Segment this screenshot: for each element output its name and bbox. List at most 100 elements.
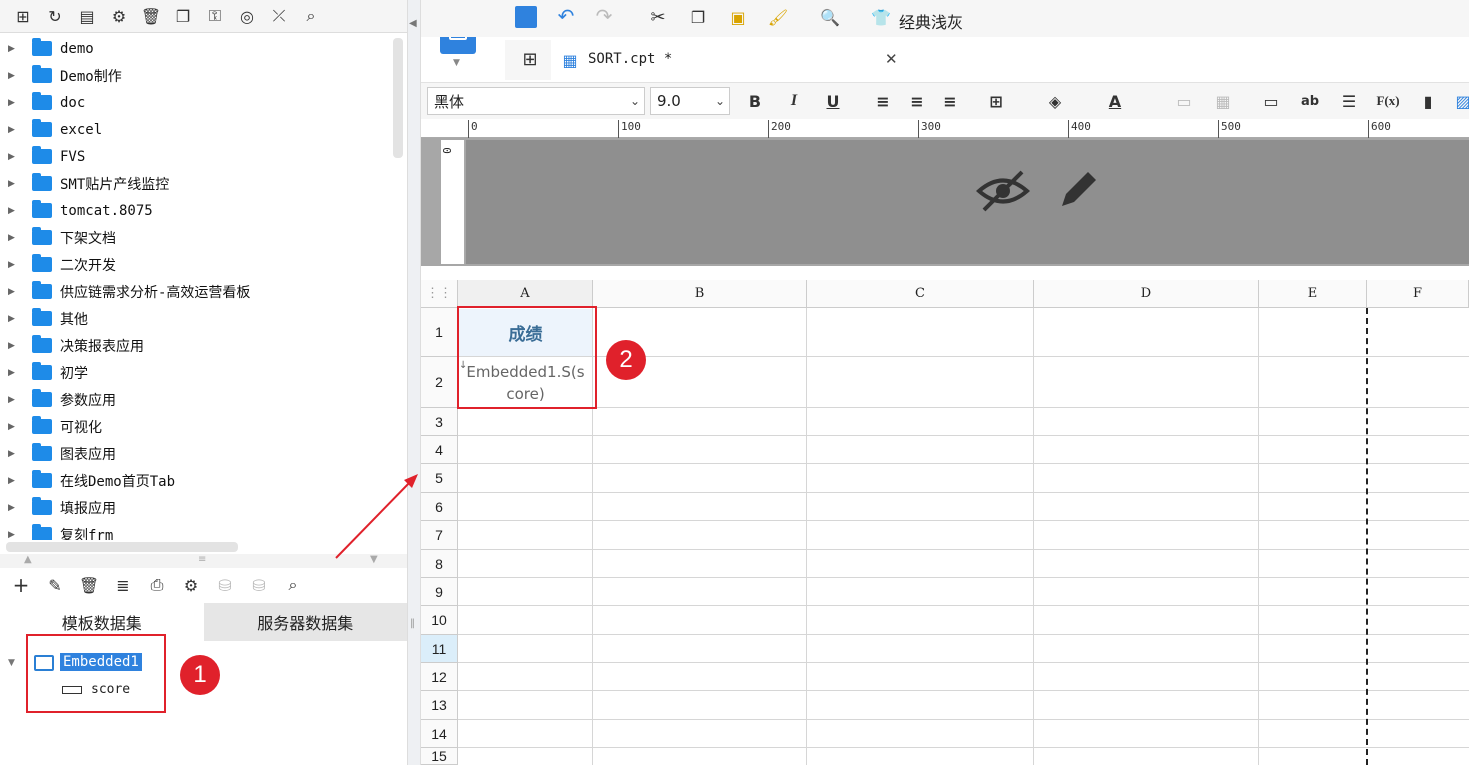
row-header[interactable]: 11 xyxy=(421,635,458,663)
tree-horizontal-scrollbar[interactable] xyxy=(6,542,238,552)
undo-icon[interactable]: ↶ xyxy=(555,4,577,28)
tree-item[interactable]: ▶ 参数应用 xyxy=(0,386,392,413)
row-header[interactable]: 10 xyxy=(421,606,458,635)
theme-icon[interactable]: 👕 xyxy=(870,6,892,28)
italic-icon[interactable]: I xyxy=(782,90,806,112)
tab-sort-cpt[interactable]: ▦ SORT.cpt * ✕ xyxy=(551,40,910,80)
chart-icon[interactable]: ▮ xyxy=(1416,90,1440,112)
hide-eye-icon[interactable] xyxy=(976,168,1030,214)
tree-item[interactable]: ▶ 其他 xyxy=(0,305,392,332)
expand-arrow-icon[interactable]: ▶ xyxy=(8,44,18,54)
up-arrow-icon[interactable]: ▲ xyxy=(24,554,32,565)
font-size-select[interactable]: 9.0 ⌄ xyxy=(650,87,730,115)
page-header-canvas[interactable] xyxy=(466,140,1469,264)
font-family-select[interactable]: 黑体 ⌄ xyxy=(427,87,645,115)
align-right-icon[interactable]: ≡ xyxy=(938,90,962,112)
image-icon[interactable]: ▨ xyxy=(1451,90,1469,112)
redo-icon[interactable]: ↷ xyxy=(593,4,615,28)
cut-icon[interactable]: ✂ xyxy=(647,6,669,28)
column-header[interactable]: D xyxy=(1034,280,1259,308)
text-search-icon[interactable]: 🔍 xyxy=(819,6,841,28)
tree-item[interactable]: ▶ Demo制作 xyxy=(0,62,392,89)
new-folder-icon[interactable]: ⊞ xyxy=(12,5,34,27)
tree-item[interactable]: ▶ 可视化 xyxy=(0,413,392,440)
row-header[interactable]: 14 xyxy=(421,720,458,748)
collapse-left-icon[interactable]: ◀ xyxy=(409,18,417,29)
expand-arrow-icon[interactable]: ▶ xyxy=(8,395,18,405)
expand-arrow-icon[interactable]: ▶ xyxy=(8,260,18,270)
row-header[interactable]: 3 xyxy=(421,408,458,436)
expand-arrow-icon[interactable]: ▶ xyxy=(8,98,18,108)
column-header[interactable]: F xyxy=(1367,280,1469,308)
new-sheet-icon[interactable]: ⊞ xyxy=(519,48,541,70)
dataset-settings-icon[interactable]: ⚙ xyxy=(180,574,202,596)
delete-icon[interactable]: 🗑 xyxy=(140,5,162,27)
rich-text-icon[interactable]: ☰ xyxy=(1337,90,1361,112)
open-report-icon[interactable]: ▤ xyxy=(76,5,98,27)
fill-color-icon[interactable]: ◈ xyxy=(1043,90,1067,112)
font-color-icon[interactable]: A xyxy=(1103,90,1127,112)
paste-icon[interactable]: ▣ xyxy=(727,6,749,28)
theme-label[interactable]: 经典浅灰 xyxy=(899,9,963,33)
underline-icon[interactable]: U xyxy=(821,90,845,112)
align-left-icon[interactable]: ≡ xyxy=(871,90,895,112)
row-header[interactable]: 2 xyxy=(421,357,458,408)
expand-arrow-icon[interactable]: ▶ xyxy=(8,287,18,297)
edit-pencil-icon[interactable] xyxy=(1054,166,1102,214)
expand-arrow-icon[interactable]: ▶ xyxy=(8,179,18,189)
settings-icon[interactable]: ⚙ xyxy=(108,5,130,27)
tab-server-dataset[interactable]: 服务器数据集 xyxy=(203,603,407,641)
expand-arrow-icon[interactable]: ▶ xyxy=(8,341,18,351)
row-header[interactable]: 4 xyxy=(421,436,458,464)
expand-arrow-icon[interactable]: ▶ xyxy=(8,368,18,378)
expand-arrow-icon[interactable]: ▶ xyxy=(8,476,18,486)
expand-arrow-icon[interactable]: ▶ xyxy=(8,125,18,135)
bold-icon[interactable]: B xyxy=(743,90,767,112)
row-header[interactable]: 13 xyxy=(421,691,458,720)
tree-item[interactable]: ▶ 决策报表应用 xyxy=(0,332,392,359)
tree-item[interactable]: ▶ 供应链需求分析-高效运营看板 xyxy=(0,278,392,305)
search-icon[interactable]: ⌕ xyxy=(282,574,304,596)
edit-icon[interactable]: ✎ xyxy=(44,574,66,596)
dropdown-arrow-icon[interactable]: ▼ xyxy=(453,58,460,68)
expand-arrow-icon[interactable]: ▶ xyxy=(8,233,18,243)
column-header[interactable]: E xyxy=(1259,280,1367,308)
row-header[interactable]: 1 xyxy=(421,308,458,357)
expand-arrow-icon[interactable]: ▶ xyxy=(8,71,18,81)
expand-arrow-icon[interactable]: ▶ xyxy=(8,503,18,513)
save-icon[interactable] xyxy=(515,6,537,28)
refresh-icon[interactable]: ↻ xyxy=(44,5,66,27)
tree-item[interactable]: ▶ doc xyxy=(0,89,392,116)
column-header[interactable]: B xyxy=(593,280,807,308)
row-header[interactable]: 9 xyxy=(421,578,458,606)
tree-item[interactable]: ▶ 图表应用 xyxy=(0,440,392,467)
locate-icon[interactable]: ◎ xyxy=(236,5,258,27)
row-header[interactable]: 12 xyxy=(421,663,458,691)
border-icon[interactable]: ⊞ xyxy=(984,90,1008,112)
unmerge-cells-icon[interactable]: ▦ xyxy=(1211,90,1235,112)
tree-item[interactable]: ▶ 初学 xyxy=(0,359,392,386)
tree-item[interactable]: ▶ tomcat.8075 xyxy=(0,197,392,224)
merge-cells-icon[interactable]: ▭ xyxy=(1172,90,1196,112)
text-field-icon[interactable]: ▭ xyxy=(1259,90,1283,112)
copy-icon[interactable]: ❐ xyxy=(687,6,709,28)
search-icon[interactable]: ⌕ xyxy=(300,5,322,27)
expand-arrow-icon[interactable]: ▶ xyxy=(8,422,18,432)
tree-item[interactable]: ▶ 下架文档 xyxy=(0,224,392,251)
collapse-icon[interactable]: ⤫ xyxy=(268,5,290,27)
tree-vertical-scrollbar[interactable] xyxy=(393,38,403,158)
expand-arrow-icon[interactable]: ▶ xyxy=(8,206,18,216)
tree-item[interactable]: ▶ demo xyxy=(0,35,392,62)
tree-item[interactable]: ▶ SMT贴片产线监控 xyxy=(0,170,392,197)
expand-arrow-icon[interactable]: ▶ xyxy=(8,314,18,324)
tree-item[interactable]: ▶ 二次开发 xyxy=(0,251,392,278)
add-dataset-icon[interactable]: + xyxy=(10,573,32,597)
expand-arrow-icon[interactable]: ▶ xyxy=(8,449,18,459)
expand-arrow-icon[interactable]: ▶ xyxy=(8,530,18,540)
lock-icon[interactable]: ⚿ xyxy=(204,5,226,27)
select-all-icon[interactable]: ⋮⋮ xyxy=(421,280,458,308)
close-icon[interactable]: ✕ xyxy=(885,50,898,68)
expand-arrow-icon[interactable]: ▶ xyxy=(8,152,18,162)
preview-icon[interactable]: ⎙ xyxy=(146,574,168,596)
tree-item[interactable]: ▶ FVS xyxy=(0,143,392,170)
